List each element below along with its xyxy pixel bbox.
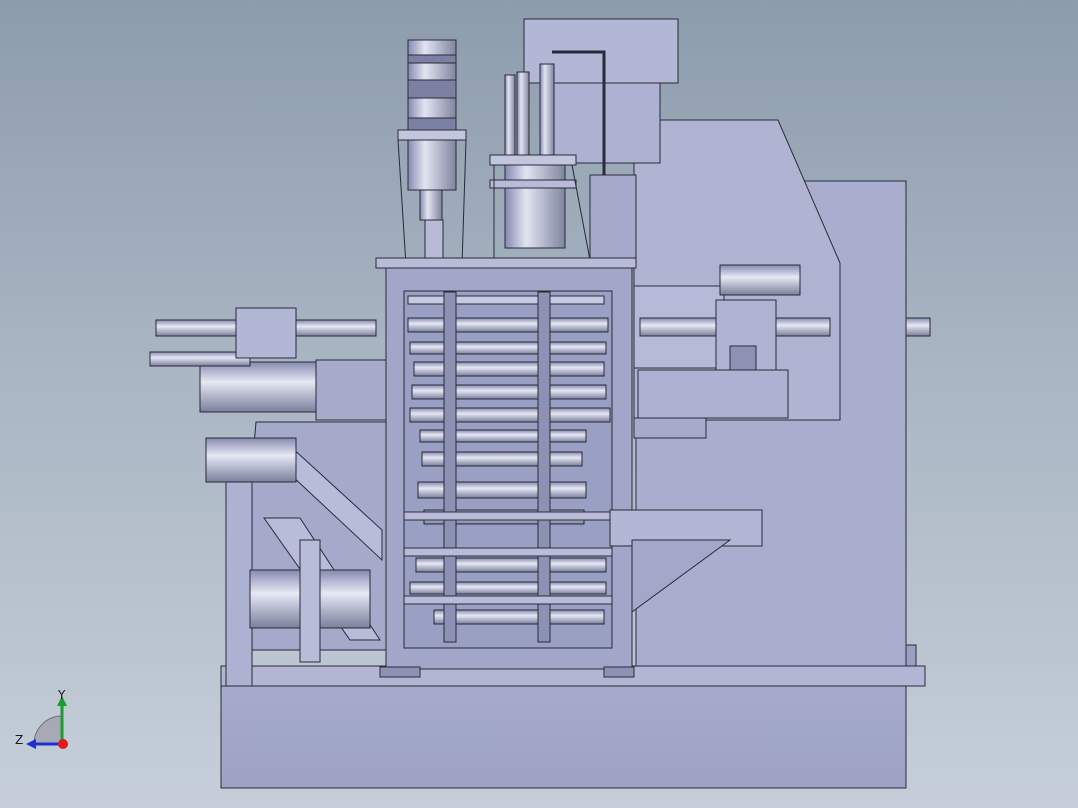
- y-axis-label: Y: [57, 688, 66, 702]
- triad-plane-indicator: [33, 715, 63, 745]
- machine-assembly: [149, 18, 931, 789]
- z-axis-arrowhead: [26, 739, 36, 749]
- left-leg: [225, 479, 253, 687]
- frame-foot-right: [603, 666, 635, 678]
- z-axis-label: Z: [15, 733, 23, 747]
- hopper-drum-lower: [539, 82, 661, 164]
- left-lower-shaft: [149, 351, 251, 367]
- top-cylinder-middle: [504, 159, 566, 249]
- right-foot-block: [905, 644, 917, 667]
- cad-viewport[interactable]: Y Z: [0, 0, 1078, 808]
- sprocket-column-left: [443, 291, 457, 643]
- right-stub-shaft: [905, 317, 931, 337]
- sprocket-column-right: [537, 291, 551, 643]
- left-motor-upper: [199, 361, 321, 413]
- left-motor-middle: [205, 437, 297, 483]
- triad-origin: [58, 739, 68, 749]
- axis-triad: Y Z: [15, 688, 68, 749]
- base-plinth: [220, 685, 907, 789]
- frame-foot-left: [379, 666, 421, 678]
